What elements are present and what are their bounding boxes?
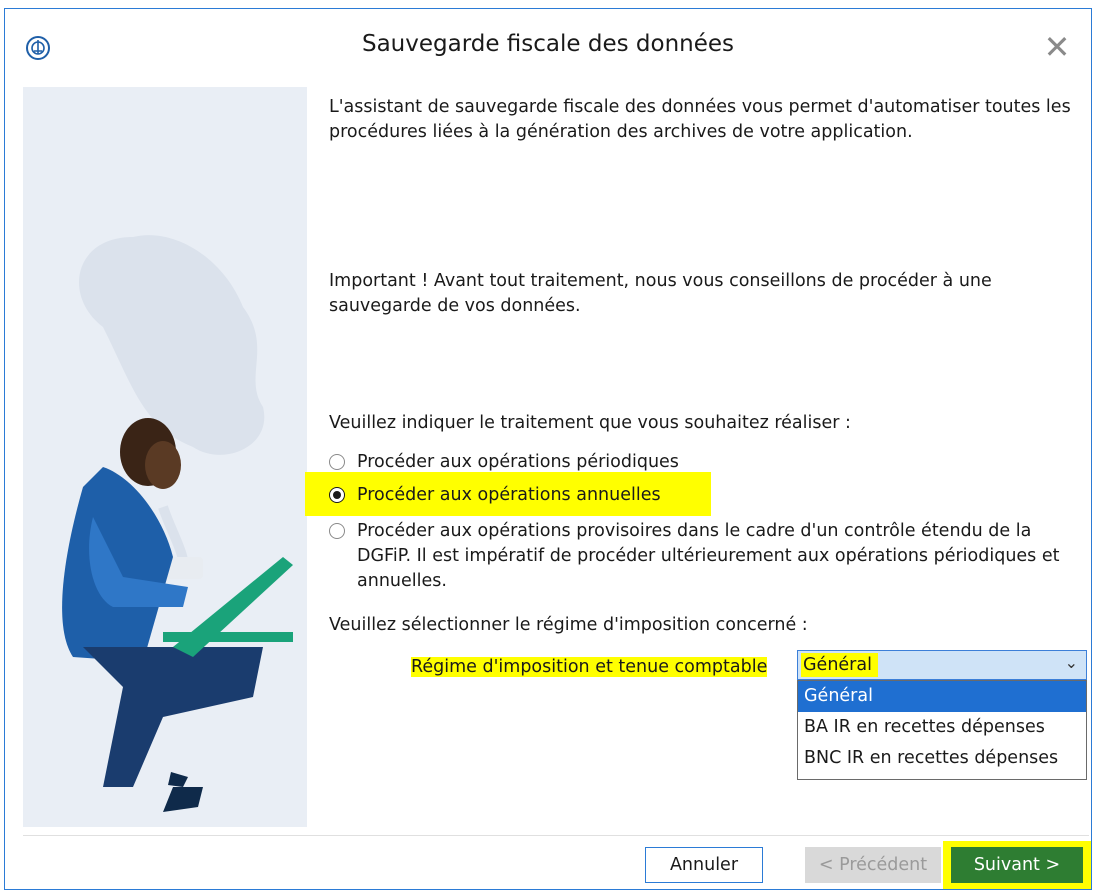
radio-button[interactable] [329, 454, 345, 470]
treatment-prompt: Veuillez indiquer le traitement que vous… [329, 413, 851, 433]
radio-provisional[interactable]: Procéder aux opérations provisoires dans… [329, 519, 1077, 594]
radio-annual[interactable]: Procéder aux opérations annuelles [329, 483, 661, 508]
wizard-dialog: Sauvegarde fiscale des données ✕ L'assis… [4, 8, 1092, 890]
radio-button[interactable] [329, 523, 345, 539]
regime-selected-value: Général [801, 653, 878, 677]
close-icon[interactable]: ✕ [1039, 29, 1075, 65]
dropdown-option[interactable]: BA IR en recettes dépenses [798, 712, 1086, 743]
intro-text: L'assistant de sauvegarde fiscale des do… [329, 97, 1071, 142]
regime-select[interactable]: Général ⌄ [797, 650, 1087, 680]
dropdown-option[interactable]: Général [798, 681, 1086, 712]
next-button[interactable]: Suivant > [951, 847, 1083, 883]
previous-button[interactable]: < Précédent [805, 847, 941, 883]
important-text: Important ! Avant tout traitement, nous … [329, 271, 992, 316]
dialog-title: Sauvegarde fiscale des données [361, 31, 735, 57]
illustration [23, 87, 307, 827]
radio-button[interactable] [329, 487, 345, 503]
regime-label-text: Régime d'imposition et tenue comptable [411, 657, 768, 677]
radio-label: Procéder aux opérations annuelles [357, 485, 661, 505]
chevron-down-icon[interactable]: ⌄ [1065, 653, 1078, 672]
person-with-laptop-illustration [62, 235, 293, 812]
regime-dropdown-list[interactable]: Général BA IR en recettes dépenses BNC I… [797, 680, 1087, 780]
regime-label: Régime d'imposition et tenue comptable [405, 651, 773, 684]
radio-label: Procéder aux opérations provisoires dans… [357, 521, 1060, 591]
footer-divider [23, 835, 1089, 836]
regime-prompt: Veuillez sélectionner le régime d'imposi… [329, 615, 808, 635]
title-bar: Sauvegarde fiscale des données ✕ [5, 9, 1091, 85]
cancel-button[interactable]: Annuler [645, 847, 763, 883]
dropdown-option[interactable]: BNC IR en recettes dépenses [798, 743, 1086, 774]
